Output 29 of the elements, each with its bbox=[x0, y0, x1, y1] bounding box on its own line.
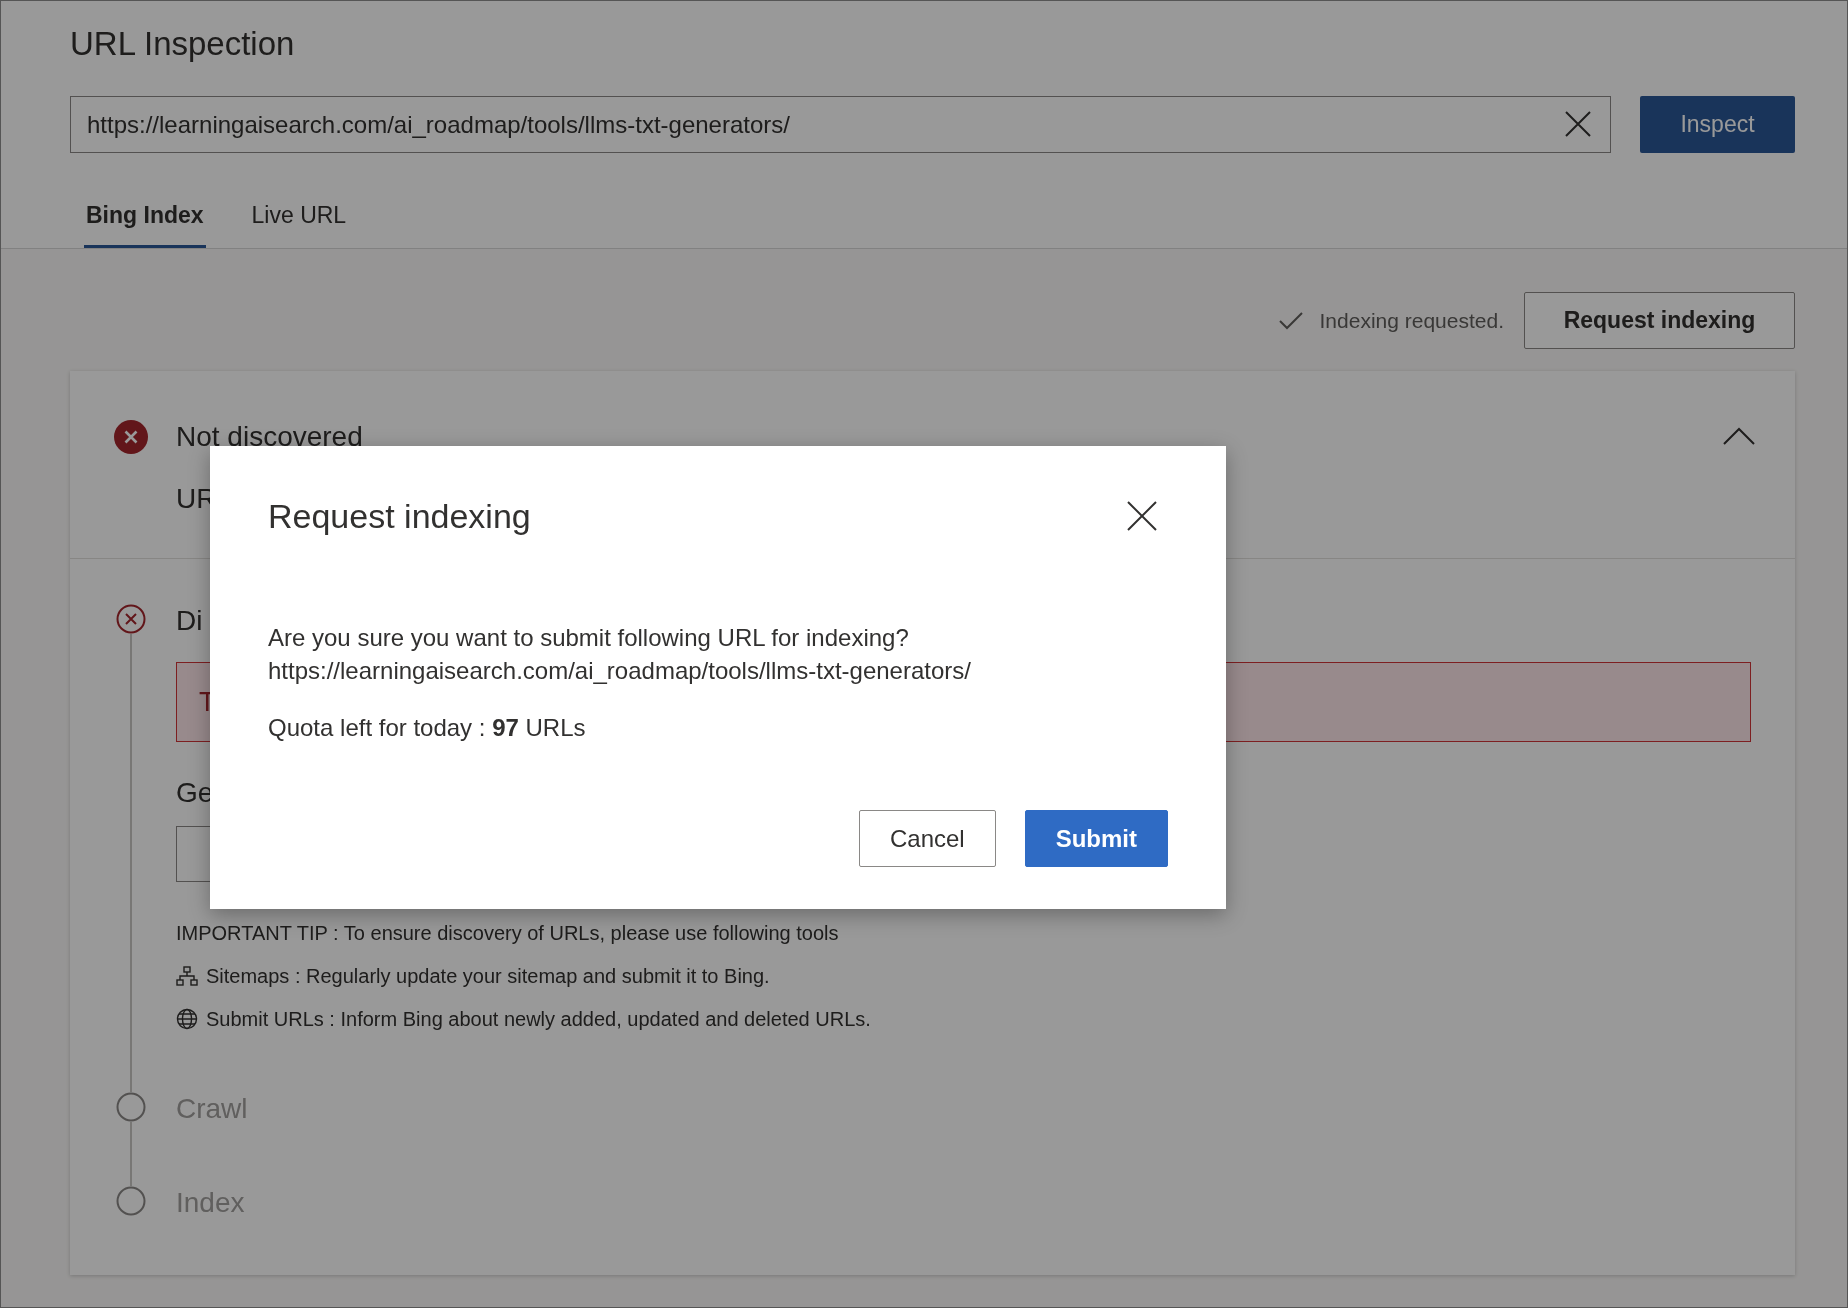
submit-button[interactable]: Submit bbox=[1024, 810, 1168, 867]
globe-icon bbox=[176, 1008, 198, 1030]
tip-text: IMPORTANT TIP : To ensure discovery of URLs, please use following tools bbox=[176, 921, 840, 946]
status-text: Indexing requested. bbox=[1319, 308, 1504, 333]
url-field[interactable]: https://learningaisearch.com/ai_roadmap/tools/llms-txt-generators/ bbox=[70, 96, 1611, 153]
tab[interactable]: Bing Index bbox=[84, 191, 206, 248]
request-indexing-button[interactable]: Request indexing bbox=[1524, 292, 1795, 349]
status-heading: Not discovered bbox=[176, 420, 363, 454]
circle-icon bbox=[116, 1092, 146, 1122]
page-title: URL Inspection bbox=[70, 24, 296, 64]
tab[interactable]: Live URL bbox=[249, 191, 349, 248]
error-icon bbox=[116, 604, 146, 634]
tip-item: Sitemaps : Regularly update your sitemap and submit it to Bing. bbox=[206, 964, 770, 989]
error-icon bbox=[114, 420, 148, 454]
step-label: Di bbox=[176, 604, 203, 638]
check-icon bbox=[1277, 309, 1304, 332]
inspect-button[interactable]: Inspect bbox=[1640, 96, 1795, 153]
circle-icon bbox=[116, 1186, 146, 1216]
chevron-icon[interactable] bbox=[1723, 427, 1755, 445]
close-icon[interactable] bbox=[1563, 109, 1593, 139]
step-label: Crawl bbox=[176, 1092, 248, 1126]
quota-text: Quota left for today : 97 URLs bbox=[268, 713, 587, 743]
step-label: Index bbox=[176, 1186, 245, 1220]
sitemap-icon bbox=[176, 965, 198, 987]
tip-item: Submit URLs : Inform Bing about newly added, updated and deleted URLs. bbox=[206, 1007, 871, 1032]
dialog-title: Request indexing bbox=[268, 496, 531, 537]
cancel-button[interactable]: Cancel bbox=[858, 810, 996, 867]
close-icon[interactable] bbox=[1126, 500, 1158, 532]
dialog-message: Are you sure you want to submit following URL for indexing? bbox=[268, 623, 910, 653]
